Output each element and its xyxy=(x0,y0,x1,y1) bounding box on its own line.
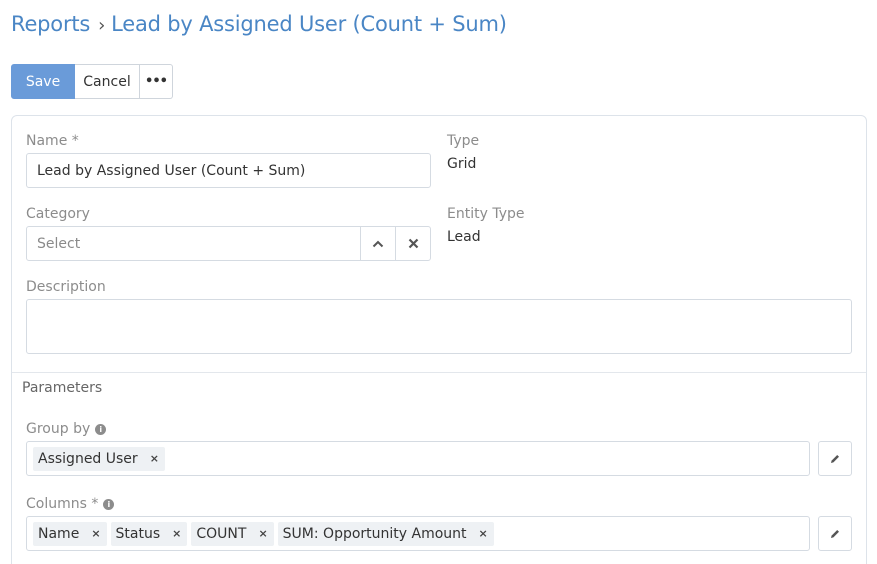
group-by-edit-button[interactable] xyxy=(818,441,852,476)
group-by-field[interactable]: Assigned User × xyxy=(26,441,810,476)
group-by-tag: Assigned User × xyxy=(33,446,165,471)
columns-field[interactable]: Name × Status × COUNT × SUM: Opportunity Am… xyxy=(26,516,810,551)
breadcrumb-reports-link[interactable]: Reports xyxy=(11,12,90,36)
parameters-section-title: Parameters xyxy=(22,380,103,396)
entity-type-label: Entity Type xyxy=(447,206,525,222)
section-divider xyxy=(12,372,866,373)
pencil-icon xyxy=(831,529,839,538)
tag-label: Status xyxy=(115,525,161,542)
category-clear-button[interactable] xyxy=(395,227,430,260)
category-select-button[interactable] xyxy=(360,227,395,260)
info-icon[interactable]: i xyxy=(95,424,107,435)
remove-tag-icon[interactable]: × xyxy=(172,527,181,540)
name-input[interactable]: Lead by Assigned User (Count + Sum) xyxy=(26,153,431,188)
description-textarea[interactable] xyxy=(26,299,852,354)
tag-label: Name xyxy=(38,525,80,542)
tag-label: SUM: Opportunity Amount xyxy=(282,525,467,542)
entity-type-value: Lead xyxy=(447,229,481,245)
type-value: Grid xyxy=(447,156,477,172)
page-title: Lead by Assigned User (Count + Sum) xyxy=(111,12,507,36)
group-by-label: Group by xyxy=(26,421,91,437)
group-by-label-wrap: Group by i xyxy=(26,421,107,437)
columns-tag: Name × xyxy=(33,521,107,546)
remove-tag-icon[interactable]: × xyxy=(258,527,267,540)
close-icon xyxy=(408,238,418,249)
columns-tag: Status × xyxy=(110,521,188,546)
action-button-group: Save Cancel ••• xyxy=(11,64,173,99)
category-input[interactable]: Select xyxy=(27,227,360,260)
more-actions-button[interactable]: ••• xyxy=(140,64,173,99)
category-label: Category xyxy=(26,206,90,222)
tag-label: COUNT xyxy=(196,525,247,542)
columns-label-wrap: Columns * i xyxy=(26,496,115,512)
remove-tag-icon[interactable]: × xyxy=(479,527,488,540)
name-label: Name * xyxy=(26,133,79,149)
breadcrumb-separator: › xyxy=(98,15,106,36)
columns-tag: SUM: Opportunity Amount × xyxy=(277,521,494,546)
info-icon[interactable]: i xyxy=(103,499,115,510)
cancel-button[interactable]: Cancel xyxy=(75,64,140,99)
columns-edit-button[interactable] xyxy=(818,516,852,551)
pencil-icon xyxy=(831,454,839,463)
description-label: Description xyxy=(26,279,106,295)
remove-tag-icon[interactable]: × xyxy=(150,452,159,465)
remove-tag-icon[interactable]: × xyxy=(91,527,100,540)
columns-label: Columns * xyxy=(26,496,99,512)
category-select: Select xyxy=(26,226,431,261)
chevron-up-icon xyxy=(372,240,384,247)
type-label: Type xyxy=(447,133,480,149)
tag-label: Assigned User xyxy=(38,450,138,467)
columns-tag: COUNT × xyxy=(191,521,274,546)
save-button[interactable]: Save xyxy=(11,64,75,99)
breadcrumb: Reports › Lead by Assigned User (Count + S… xyxy=(11,12,507,36)
